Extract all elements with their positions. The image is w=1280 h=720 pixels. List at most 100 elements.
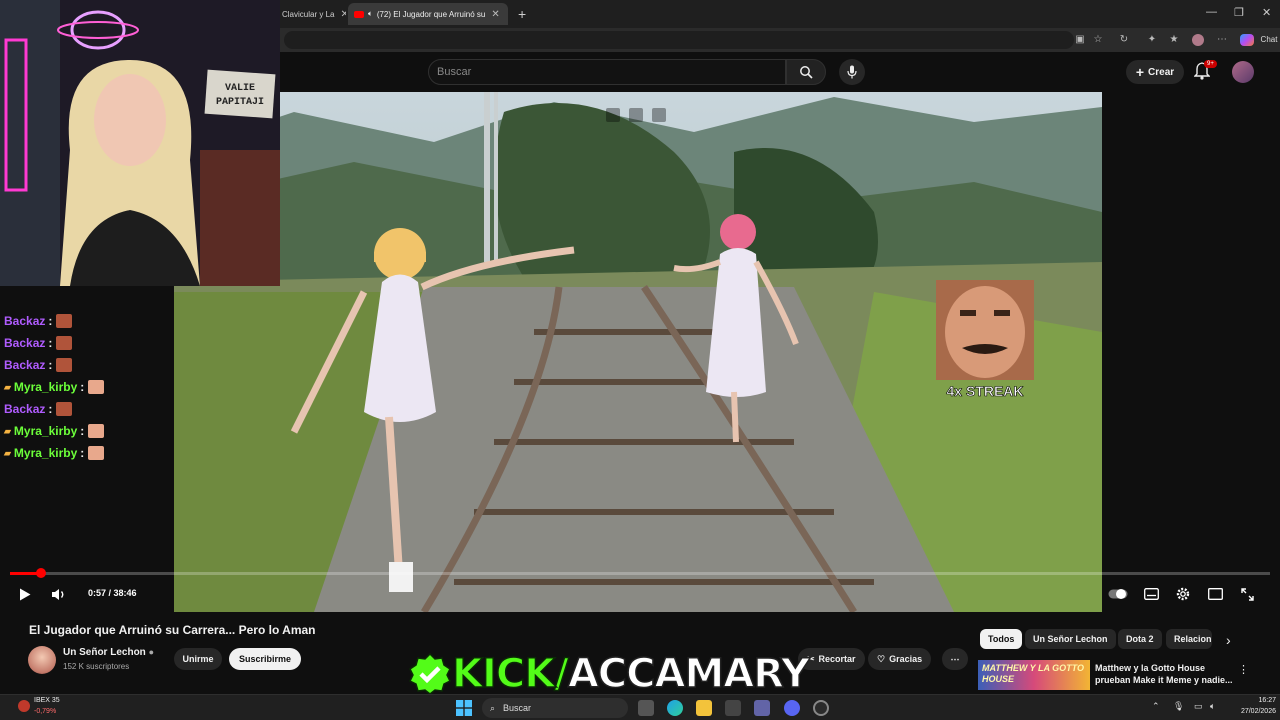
favorite-star-icon[interactable]: ☆: [1092, 34, 1104, 46]
recommended-thumbnail[interactable]: MATTHEW Y LA GOTTO HOUSE: [978, 660, 1090, 690]
maximize-icon[interactable]: ❐: [1234, 6, 1244, 19]
chip-todos[interactable]: Todos: [980, 629, 1023, 649]
discord-icon[interactable]: [784, 700, 800, 716]
chat-username[interactable]: Myra_kirby: [14, 424, 77, 438]
more-vertical-icon[interactable]: ⋮: [1238, 663, 1249, 676]
chat-username[interactable]: Myra_kirby: [14, 380, 77, 394]
speaker-tray-icon[interactable]: 🔈︎: [1210, 701, 1215, 712]
obs-icon[interactable]: [813, 700, 829, 716]
progress-scrubber[interactable]: [35, 568, 46, 578]
notifications-badge: 9+: [1204, 60, 1217, 68]
taskbar-search[interactable]: ⌕ Buscar: [482, 698, 628, 718]
app-icon[interactable]: ▣: [1074, 34, 1086, 46]
copilot-icon[interactable]: [1240, 34, 1254, 46]
file-explorer-icon[interactable]: [696, 700, 712, 716]
subtitles-button[interactable]: [1142, 586, 1160, 602]
video-progress-bar[interactable]: [10, 568, 1270, 578]
pepe-emote: [56, 358, 73, 372]
taskbar-date[interactable]: 27/02/2026: [1230, 708, 1276, 715]
chat-separator: :: [48, 314, 53, 328]
profile-icon[interactable]: [1192, 34, 1204, 46]
search-button[interactable]: [786, 59, 826, 85]
verified-icon: ●: [148, 647, 155, 657]
minimize-icon[interactable]: —: [1206, 6, 1217, 18]
refresh-icon[interactable]: ↻: [1118, 34, 1130, 46]
channel-name-label: Un Señor Lechon: [63, 647, 146, 658]
plus-icon: +: [518, 6, 527, 22]
chat-username[interactable]: Myra_kirby: [14, 446, 77, 460]
chevron-right-icon[interactable]: ›: [1226, 632, 1231, 648]
subscribe-button[interactable]: Suscribirme: [229, 648, 301, 670]
chat-label[interactable]: Chat: [1258, 34, 1280, 46]
taskbar-search-label: Buscar: [503, 703, 532, 713]
chip-channel[interactable]: Un Señor Lechon: [1025, 629, 1116, 649]
meme-face-overlay: [936, 280, 1034, 380]
toggle-icon: [1108, 589, 1128, 599]
browser-tab-2[interactable]: 🔈︎ (72) El Jugador que Arruinó su ✕: [348, 3, 508, 25]
thumb-text: MATTHEW Y LA GOTTO HOUSE: [982, 663, 1084, 684]
chat-message: Backaz:: [0, 398, 175, 420]
pepe-emote: [56, 314, 73, 328]
voice-search-button[interactable]: [839, 59, 865, 85]
thumbs-emote: [88, 380, 105, 394]
channel-avatar[interactable]: [28, 646, 56, 674]
svg-text:VALIE: VALIE: [225, 83, 255, 94]
extension-icon[interactable]: ✦: [1146, 34, 1158, 46]
video-player[interactable]: 4x STREAK: [174, 92, 1102, 612]
join-button[interactable]: Unirme: [174, 648, 222, 670]
create-button[interactable]: + Crear: [1126, 60, 1184, 84]
youtube-favicon-icon: [354, 10, 364, 18]
clip-label: Recortar: [818, 654, 856, 664]
avatar[interactable]: [1232, 61, 1254, 83]
heart-dollar-icon: ♡: [877, 653, 886, 664]
windows-start-icon[interactable]: [456, 700, 472, 716]
chat-badge-icon: ▰: [4, 381, 11, 392]
edge-icon[interactable]: [667, 700, 683, 716]
streak-label: 4x STREAK: [946, 383, 1023, 399]
chat-separator: :: [48, 358, 53, 372]
chat-username[interactable]: Backaz: [4, 402, 45, 416]
chat-username[interactable]: Backaz: [4, 336, 45, 350]
new-tab-button[interactable]: +: [512, 3, 532, 25]
url-field[interactable]: [284, 31, 1074, 49]
task-view-icon[interactable]: [638, 700, 654, 716]
play-icon: [20, 588, 31, 600]
chat-username[interactable]: Backaz: [4, 314, 45, 328]
settings-button[interactable]: [1174, 586, 1192, 602]
more-options-icon[interactable]: ⋯: [1216, 34, 1228, 46]
chat-username[interactable]: Backaz: [4, 358, 45, 372]
close-icon[interactable]: ✕: [491, 9, 499, 20]
channel-name[interactable]: Un Señor Lechon ●: [63, 647, 154, 658]
chip-dota[interactable]: Dota 2: [1118, 629, 1162, 649]
close-icon[interactable]: ✕: [340, 9, 346, 20]
autoplay-toggle[interactable]: [1108, 586, 1128, 602]
microphone-tray-icon[interactable]: 🎙︎: [1173, 701, 1184, 712]
chevron-up-icon[interactable]: ⌃: [1152, 701, 1160, 712]
teams-icon[interactable]: [754, 700, 770, 716]
chat-separator: :: [80, 380, 85, 394]
taskbar-clock[interactable]: 16:27: [1230, 697, 1276, 704]
theater-mode-button[interactable]: [1206, 586, 1224, 602]
chat-separator: :: [48, 402, 53, 416]
store-icon[interactable]: [725, 700, 741, 716]
favorites-icon[interactable]: ★: [1168, 34, 1180, 46]
chat-badge-icon: ▰: [4, 447, 11, 458]
play-button[interactable]: [16, 586, 34, 602]
theater-icon: [1207, 588, 1223, 600]
close-window-icon[interactable]: ✕: [1262, 6, 1271, 19]
network-icon[interactable]: ▭: [1194, 701, 1203, 712]
video-frame: 4x STREAK: [174, 92, 1102, 612]
windows-taskbar: ⌕ Buscar ⌃ 🎙︎ ▭ 🔈︎: [0, 694, 1280, 720]
speaker-icon[interactable]: 🔈︎: [368, 9, 373, 19]
fullscreen-button[interactable]: [1238, 586, 1256, 602]
browser-tab-1[interactable]: Clavicular y La ✕: [276, 3, 346, 25]
chat-message: ▰ Myra_kirby:: [0, 442, 175, 464]
volume-button[interactable]: [50, 586, 68, 602]
recommended-title[interactable]: Matthew y la Gotto House prueban Make it…: [1095, 662, 1235, 686]
thanks-button[interactable]: ♡ Gracias: [868, 648, 932, 670]
chip-related[interactable]: Relacion: [1166, 629, 1212, 649]
more-actions-button[interactable]: ⋯: [942, 648, 968, 670]
chat-badge-icon: ▰: [4, 425, 11, 436]
tab-label: Clavicular y La: [282, 9, 335, 19]
search-input[interactable]: Buscar: [428, 59, 786, 85]
